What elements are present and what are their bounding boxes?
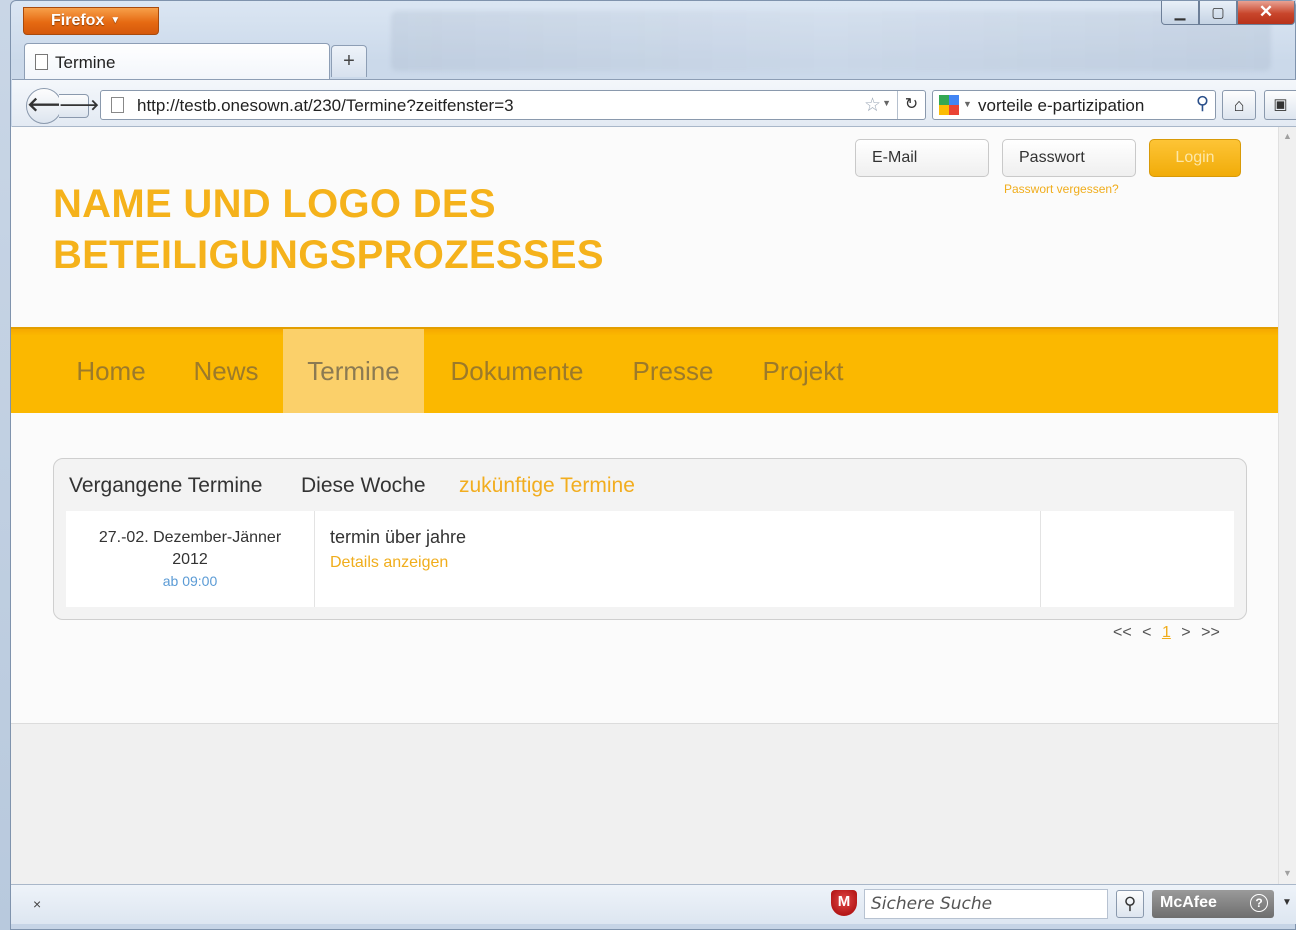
table-row: 27.-02. Dezember-Jänner 2012 ab 09:00 te… [66,511,1234,607]
bookmark-star-icon[interactable]: ☆ [864,94,881,117]
search-engine-dropdown-icon[interactable]: ▼ [963,99,972,109]
url-bar[interactable]: http://testb.onesown.at/230/Termine?zeit… [100,90,926,120]
reload-icon[interactable]: ↻ [897,91,925,119]
site-identity-icon[interactable] [111,97,124,113]
search-bar[interactable]: ▼ vorteile e-partizipation ⚲ [932,90,1216,120]
search-icon[interactable]: ⚲ [1196,93,1209,114]
search-input[interactable]: vorteile e-partizipation [978,96,1144,116]
events-panel: Vergangene Termine Diese Woche zukünftig… [53,458,1247,620]
main-navigation: Home News Termine Dokumente Presse Proje… [11,327,1278,413]
pagination: << < 1 > >> [1113,624,1220,642]
event-time: ab 09:00 [162,573,218,589]
login-button[interactable]: Login [1149,139,1241,177]
firefox-menu-label: Firefox [51,12,105,29]
tab-title: Termine [55,53,116,72]
mcafee-shield-icon[interactable]: M [831,890,857,916]
pager-first[interactable]: << [1113,624,1132,641]
nav-item-presse[interactable]: Presse [617,329,729,413]
google-icon[interactable] [939,95,959,115]
back-arrow-icon[interactable]: 🡐 [26,88,81,124]
mcafee-label: McAfee [1160,894,1217,911]
page-icon [35,54,48,70]
firefox-menu-button[interactable]: Firefox ▼ [23,7,159,35]
event-date: 27.-02. Dezember-Jänner [98,529,282,546]
pager-last[interactable]: >> [1201,624,1220,641]
site-title: NAME UND LOGO DES BETEILIGUNGSPROZESSES [53,179,673,281]
email-field[interactable]: E-Mail [855,139,989,177]
mcafee-button[interactable]: McAfee ? [1152,890,1274,918]
help-icon[interactable]: ? [1250,894,1268,912]
tab-past-events[interactable]: Vergangene Termine [69,474,262,498]
page-footer [11,723,1278,884]
nav-item-news[interactable]: News [173,329,279,413]
url-text[interactable]: http://testb.onesown.at/230/Termine?zeit… [137,96,514,116]
vertical-scrollbar[interactable]: ▲ ▼ [1278,127,1296,884]
background-window-blur [391,11,1271,71]
nav-item-projekt[interactable]: Projekt [745,329,861,413]
tab-this-week[interactable]: Diese Woche [301,474,426,498]
maximize-icon[interactable]: ▢ [1199,1,1237,25]
status-bar: × M Sichere Suche ⚲ McAfee ? ▼ [11,884,1296,924]
pager-prev[interactable]: < [1142,624,1151,641]
chevron-down-icon[interactable]: ▼ [1282,897,1292,908]
site-title-line2: BETEILIGUNGSPROZESSES [53,233,604,277]
chevron-down-icon: ▼ [110,15,121,26]
forgot-password-link[interactable]: Passwort vergessen? [1004,182,1119,196]
minimize-icon[interactable]: ▁ [1161,1,1199,25]
home-icon[interactable]: ⌂ [1222,90,1256,120]
nav-item-home[interactable]: Home [55,329,167,413]
scroll-up-icon[interactable]: ▲ [1283,131,1292,141]
nav-item-termine[interactable]: Termine [283,329,424,413]
scroll-down-icon[interactable]: ▼ [1283,868,1292,878]
event-info-cell: termin über jahre Details anzeigen [330,527,466,572]
event-date-cell: 27.-02. Dezember-Jänner 2012 ab 09:00 [66,511,315,607]
new-tab-button[interactable]: + [331,45,367,77]
password-field[interactable]: Passwort [1002,139,1136,177]
history-dropdown-icon[interactable]: ▼ [882,98,891,108]
forward-arrow-icon[interactable]: 🡒 [59,94,99,118]
page-viewport: E-Mail Passwort Login Passwort vergessen… [11,127,1278,884]
tab-termine[interactable]: Termine [24,43,330,79]
back-forward-group: 🡐 🡒 [26,88,104,124]
close-window-icon[interactable]: ✕ [1237,1,1295,25]
pager-next[interactable]: > [1181,624,1190,641]
event-extra-cell [1040,511,1234,607]
nav-item-dokumente[interactable]: Dokumente [431,329,603,413]
safe-search-icon[interactable]: ⚲ [1116,890,1144,918]
close-status-icon[interactable]: × [33,896,41,912]
safe-search-input[interactable]: Sichere Suche [864,889,1108,919]
navigation-toolbar: 🡐 🡒 http://testb.onesown.at/230/Termine?… [12,79,1296,127]
pager-current[interactable]: 1 [1162,624,1171,641]
event-details-link[interactable]: Details anzeigen [330,554,466,572]
bookmarks-menu-icon[interactable]: ▣ [1264,90,1296,120]
event-title: termin über jahre [330,527,467,547]
site-title-line1: NAME UND LOGO DES [53,182,496,226]
window-controls: ▁ ▢ ✕ [1161,1,1295,33]
tab-future-events[interactable]: zukünftige Termine [459,474,635,498]
event-year: 2012 [172,551,208,568]
